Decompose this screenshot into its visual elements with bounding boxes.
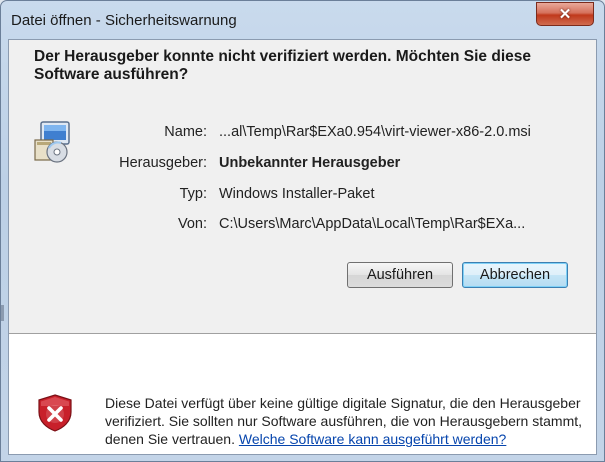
installer-package-icon bbox=[34, 121, 70, 163]
dialog-heading: Der Herausgeber konnte nicht verifiziert… bbox=[34, 48, 531, 83]
window-edge-marker bbox=[1, 305, 4, 321]
security-warning-window: Datei öffnen - Sicherheitswarnung ✕ Der … bbox=[0, 0, 605, 462]
dialog-client-area: Der Herausgeber konnte nicht verifiziert… bbox=[8, 39, 597, 455]
warning-panel: Diese Datei verfügt über keine gültige d… bbox=[9, 334, 596, 454]
title-bar[interactable]: Datei öffnen - Sicherheitswarnung ✕ bbox=[1, 1, 604, 39]
shield-error-icon bbox=[38, 394, 72, 432]
from-value: C:\Users\Marc\AppData\Local\Temp\Rar$EXa… bbox=[219, 216, 526, 232]
cancel-button[interactable]: Abbrechen bbox=[462, 262, 568, 288]
close-button[interactable]: ✕ bbox=[536, 2, 594, 26]
warning-message: Diese Datei verfügt über keine gültige d… bbox=[105, 394, 585, 448]
which-software-link[interactable]: Welche Software kann ausgeführt werden? bbox=[239, 431, 506, 447]
name-value: ...al\Temp\Rar$EXa0.954\virt-viewer-x86-… bbox=[219, 124, 531, 140]
name-label: Name: bbox=[164, 124, 207, 140]
window-title: Datei öffnen - Sicherheitswarnung bbox=[11, 12, 237, 29]
type-value: Windows Installer-Paket bbox=[219, 186, 375, 202]
type-label: Typ: bbox=[179, 186, 207, 202]
details-panel: Der Herausgeber konnte nicht verifiziert… bbox=[9, 40, 596, 333]
publisher-label: Herausgeber: bbox=[119, 155, 207, 171]
close-icon: ✕ bbox=[558, 6, 572, 23]
run-button[interactable]: Ausführen bbox=[347, 262, 453, 288]
publisher-value: Unbekannter Herausgeber bbox=[219, 155, 401, 171]
from-label: Von: bbox=[177, 216, 207, 232]
